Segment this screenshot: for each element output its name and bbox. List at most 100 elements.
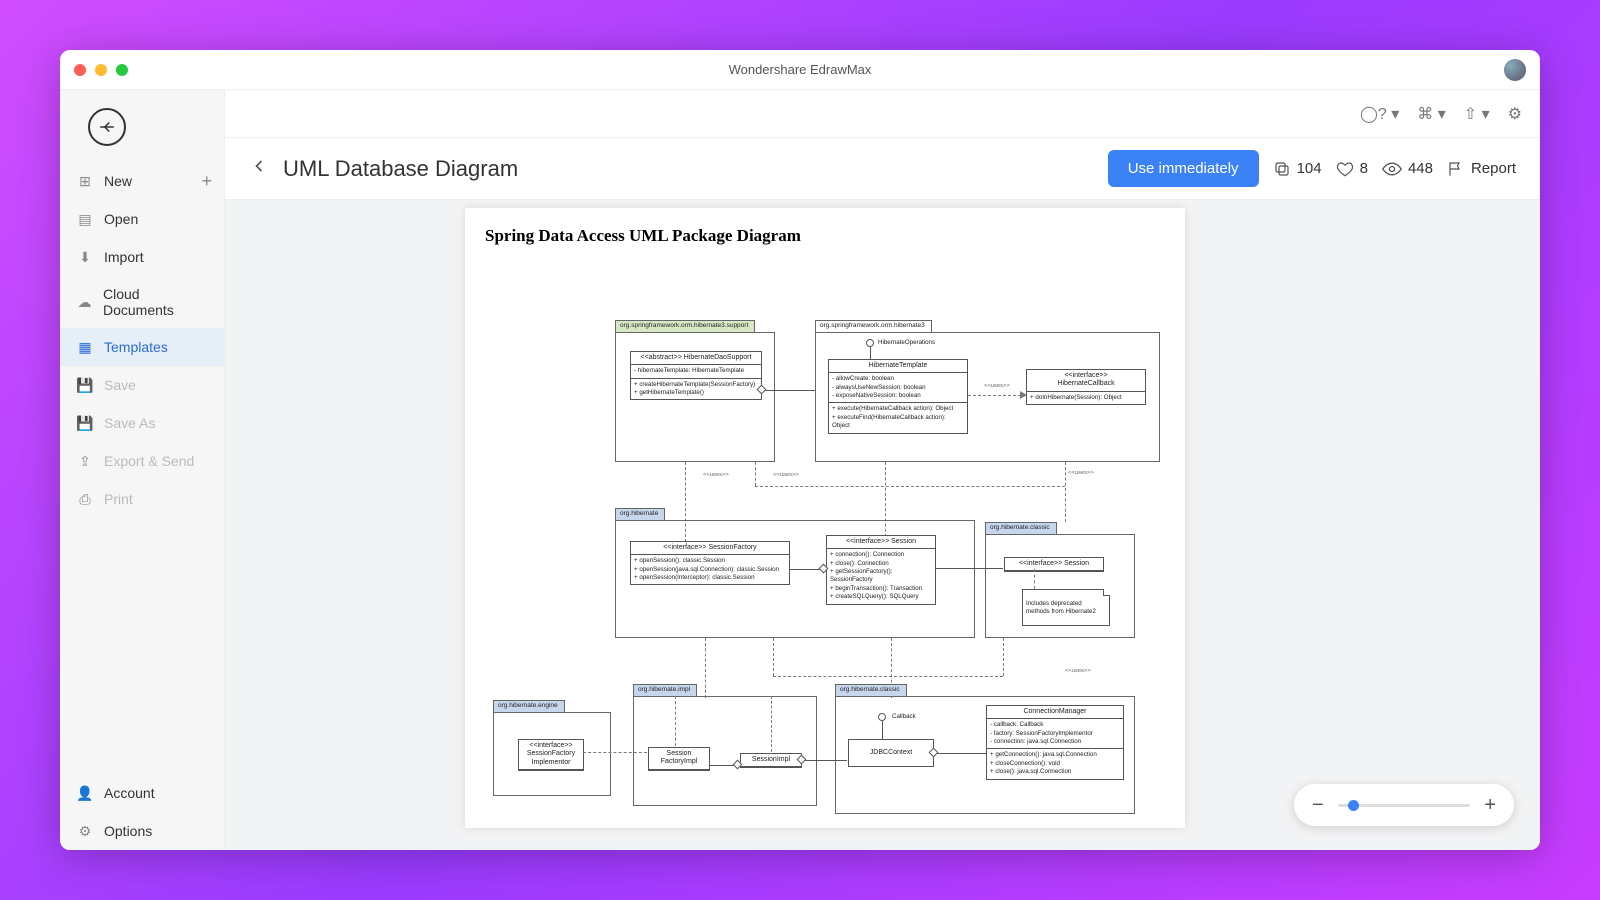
pkg-hibernate: org.hibernate <<interface>> SessionFacto… xyxy=(615,520,975,638)
report-label: Report xyxy=(1471,160,1516,177)
report-button[interactable]: Report xyxy=(1447,160,1516,178)
use-immediately-button[interactable]: Use immediately xyxy=(1108,150,1259,187)
print-icon: ⎙ xyxy=(76,490,94,508)
sidebar-item-label: Open xyxy=(104,211,138,227)
folder-icon: ▤ xyxy=(76,210,94,228)
sidebar-item-new[interactable]: ⊞ New + xyxy=(60,162,224,200)
help-icon[interactable]: ◯? ▾ xyxy=(1360,104,1399,124)
cls-sf-implementor: <<interface>> SessionFactory Implementor xyxy=(518,739,584,771)
stat-value: 8 xyxy=(1360,160,1368,177)
saveas-icon: 💾 xyxy=(76,414,94,432)
cls-conn-mgr: ConnectionManager - callback: Callback -… xyxy=(986,705,1124,780)
avatar[interactable] xyxy=(1504,59,1526,81)
pkg-hibernate-impl: org.hibernate.impl Session FactoryImpl S… xyxy=(633,696,817,806)
minimize-dot[interactable] xyxy=(95,64,107,76)
likes-stat[interactable]: 8 xyxy=(1336,160,1368,178)
plus-box-icon: ⊞ xyxy=(76,172,94,190)
pkg-hibernate-engine: org.hibernate.engine <<interface>> Sessi… xyxy=(493,712,611,796)
pkg-hibernate-classic: org.hibernate.classic <<interface>> Sess… xyxy=(985,534,1135,638)
sidebar-item-options[interactable]: ⚙ Options xyxy=(60,812,224,850)
gear-icon: ⚙ xyxy=(76,822,94,840)
cls-session: <<interface>> Session + connection(): Co… xyxy=(826,535,936,605)
sidebar-item-label: Print xyxy=(104,491,133,507)
sidebar-item-import[interactable]: ⬇ Import xyxy=(60,238,224,276)
window-title: Wondershare EdrawMax xyxy=(729,62,872,77)
plus-icon: + xyxy=(201,171,212,192)
copy-icon xyxy=(1273,160,1291,178)
pkg-tab: org.hibernate.classic xyxy=(835,684,907,696)
share-icon[interactable]: ⇧ ▾ xyxy=(1464,104,1490,124)
settings-icon[interactable]: ⚙ xyxy=(1508,104,1522,124)
iface-lollipop xyxy=(878,713,886,721)
window-controls xyxy=(74,64,128,76)
user-icon: 👤 xyxy=(76,784,94,802)
cls-hiber-dao-support: <<abstract>> HibernateDaoSupport - hiber… xyxy=(630,351,762,400)
close-dot[interactable] xyxy=(74,64,86,76)
zoom-slider[interactable] xyxy=(1338,804,1471,807)
chevron-back-icon[interactable] xyxy=(249,156,269,181)
sidebar-item-label: Save xyxy=(104,377,136,393)
import-icon: ⬇ xyxy=(76,248,94,266)
sidebar-item-account[interactable]: 👤 Account xyxy=(60,774,224,812)
pkg-spring-orm: org.springframework.orm.hibernate3 Hiber… xyxy=(815,332,1160,462)
stat-value: 104 xyxy=(1297,160,1322,177)
pkg-spring-support: org.springframework.orm.hibernate3.suppo… xyxy=(615,332,775,462)
grid-icon: ▦ xyxy=(76,338,94,356)
pkg-tab: org.springframework.orm.hibernate3 xyxy=(815,320,932,332)
note-deprecated: Includes deprecated methods from Hiberna… xyxy=(1022,589,1110,626)
pkg-tab: org.hibernate.engine xyxy=(493,700,565,712)
iface-lollipop xyxy=(866,339,874,347)
sidebar-item-label: Options xyxy=(104,823,152,839)
cls-jdbc-context: JDBCContext xyxy=(848,739,934,767)
export-icon: ⇪ xyxy=(76,452,94,470)
app-window: Wondershare EdrawMax ⊞ New + ▤ Open ⬇ xyxy=(60,50,1540,850)
views-stat[interactable]: 448 xyxy=(1382,159,1433,179)
apps-icon[interactable]: ⌘ ▾ xyxy=(1417,104,1445,124)
pkg-tab: org.springframework.orm.hibernate3.suppo… xyxy=(615,320,755,332)
sidebar-item-print: ⎙ Print xyxy=(60,480,224,518)
sidebar-item-cloud[interactable]: ☁ Cloud Documents xyxy=(60,276,224,328)
cloud-icon: ☁ xyxy=(76,293,93,311)
sidebar-item-label: Account xyxy=(104,785,155,801)
stat-value: 448 xyxy=(1408,160,1433,177)
sidebar-item-label: New xyxy=(104,173,132,189)
eye-icon xyxy=(1382,159,1402,179)
cls-session-factory: <<interface>> SessionFactory + openSessi… xyxy=(630,541,790,585)
pkg-tab: org.hibernate.impl xyxy=(633,684,697,696)
zoom-in-icon[interactable]: + xyxy=(1484,794,1496,817)
pkg-hibernate-classic2: org.hibernate.classic Callback JDBCConte… xyxy=(835,696,1135,814)
main-area: ◯? ▾ ⌘ ▾ ⇧ ▾ ⚙ UML Database Diagram Use … xyxy=(225,90,1540,850)
paper-title: Spring Data Access UML Package Diagram xyxy=(485,226,1165,246)
maximize-dot[interactable] xyxy=(116,64,128,76)
diagram-paper: Spring Data Access UML Package Diagram o… xyxy=(465,208,1185,828)
pkg-tab: org.hibernate.classic xyxy=(985,522,1057,534)
toolbar-row: ◯? ▾ ⌘ ▾ ⇧ ▾ ⚙ xyxy=(225,90,1540,138)
zoom-control[interactable]: − + xyxy=(1294,784,1514,826)
pkg-tab: org.hibernate xyxy=(615,508,665,520)
cls-classic-session: <<interface>> Session xyxy=(1004,557,1104,572)
iface-name: Callback xyxy=(892,713,916,720)
sidebar-item-label: Cloud Documents xyxy=(103,286,208,318)
sidebar-item-label: Templates xyxy=(104,339,168,355)
sidebar-item-save: 💾 Save xyxy=(60,366,224,404)
sidebar-item-label: Save As xyxy=(104,415,155,431)
iface-name: HibernateOperations xyxy=(878,339,935,346)
page-title: UML Database Diagram xyxy=(283,156,518,182)
back-button[interactable] xyxy=(88,108,126,146)
cls-hiber-callback: <<interface>> HibernateCallback + doInHi… xyxy=(1026,369,1146,405)
page-header: UML Database Diagram Use immediately 104… xyxy=(225,138,1540,200)
sidebar-item-export: ⇪ Export & Send xyxy=(60,442,224,480)
copies-stat[interactable]: 104 xyxy=(1273,160,1322,178)
sidebar-item-saveas: 💾 Save As xyxy=(60,404,224,442)
sidebar-item-templates[interactable]: ▦ Templates xyxy=(60,328,224,366)
sidebar-item-label: Import xyxy=(104,249,144,265)
flag-icon xyxy=(1447,160,1465,178)
save-icon: 💾 xyxy=(76,376,94,394)
uml-diagram: org.springframework.orm.hibernate3.suppo… xyxy=(485,272,1165,832)
heart-icon xyxy=(1336,160,1354,178)
zoom-out-icon[interactable]: − xyxy=(1312,794,1324,817)
canvas[interactable]: Spring Data Access UML Package Diagram o… xyxy=(225,200,1540,850)
sidebar-item-label: Export & Send xyxy=(104,453,194,469)
sidebar-item-open[interactable]: ▤ Open xyxy=(60,200,224,238)
titlebar: Wondershare EdrawMax xyxy=(60,50,1540,90)
